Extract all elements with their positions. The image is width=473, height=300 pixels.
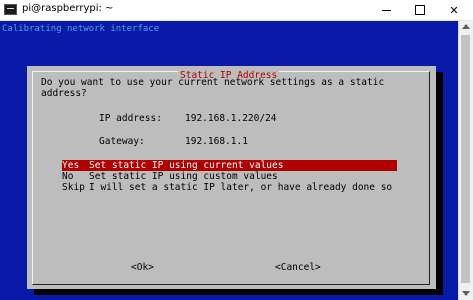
- dialog-message-line2: address?: [41, 88, 87, 99]
- menu-item-yes[interactable]: Yes Set static IP using current values: [62, 160, 397, 171]
- window-title: pi@raspberrypi: ~: [22, 3, 114, 14]
- minimize-icon: [381, 9, 391, 11]
- window-titlebar[interactable]: pi@raspberrypi: ~ ✕: [0, 0, 473, 21]
- ip-address-value: 192.168.1.220/24: [185, 113, 277, 124]
- menu-item-no[interactable]: No Set static IP using custom values: [62, 171, 397, 182]
- static-ip-dialog: Static IP Address Do you want to use you…: [27, 66, 436, 289]
- ip-address-label: IP address:: [99, 113, 162, 124]
- terminal-area[interactable]: Calibrating network interface Static IP …: [0, 21, 458, 300]
- scroll-down-icon[interactable]: [462, 291, 470, 296]
- maximize-button[interactable]: [403, 0, 437, 20]
- vertical-scrollbar[interactable]: [458, 21, 473, 300]
- menu-item-key: Yes: [62, 160, 80, 171]
- gateway-value: 192.168.1.1: [185, 136, 248, 147]
- menu-item-desc: I will set a static IP later, or have al…: [89, 182, 393, 193]
- cancel-button[interactable]: <Cancel>: [275, 262, 321, 273]
- scrollbar-thumb[interactable]: [461, 35, 470, 283]
- dialog-message-line1: Do you want to use your current network …: [41, 77, 385, 88]
- menu-item-desc: Set static IP using custom values: [89, 171, 278, 182]
- terminal-app-icon: [4, 4, 17, 15]
- menu-item-skip[interactable]: Skip I will set a static IP later, or hav…: [62, 182, 397, 193]
- close-icon: ✕: [449, 3, 459, 17]
- menu-item-key: Skip: [62, 182, 85, 193]
- scroll-up-icon[interactable]: [462, 24, 470, 29]
- minimize-button[interactable]: [369, 0, 403, 20]
- maximize-icon: [415, 5, 425, 15]
- ok-button[interactable]: <Ok>: [131, 262, 154, 273]
- menu-item-key: No: [62, 171, 74, 182]
- gateway-label: Gateway:: [99, 136, 145, 147]
- status-line: Calibrating network interface: [2, 24, 160, 34]
- menu-item-desc: Set static IP using current values: [89, 160, 284, 171]
- close-button[interactable]: ✕: [437, 0, 471, 20]
